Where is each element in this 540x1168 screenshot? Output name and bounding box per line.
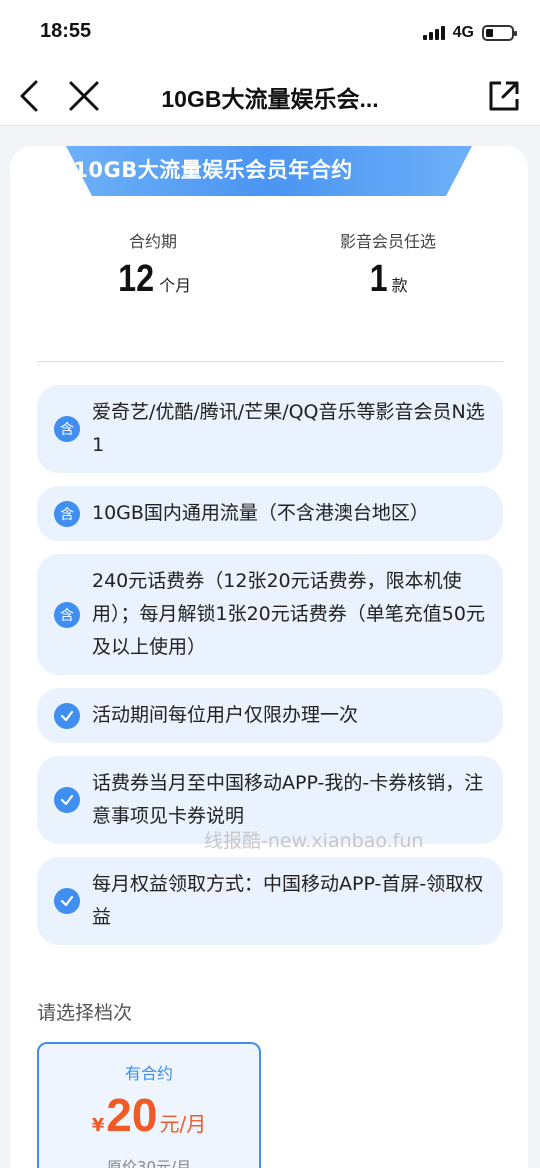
close-icon[interactable] [66, 78, 102, 114]
feature-text: 活动期间每位用户仅限办理一次 [92, 704, 359, 726]
included-icon: 含 [54, 416, 80, 442]
stat-contract-period: 合约期 12 个月 [53, 228, 253, 301]
status-bar: 18:55 4G [0, 0, 540, 66]
signal-icon [422, 26, 445, 40]
check-icon [54, 888, 80, 914]
stat-label: 合约期 [128, 232, 177, 251]
feature-item: 每月权益领取方式：中国移动APP-首屏-领取权益 [37, 857, 503, 945]
tier-currency: ¥ [91, 1115, 105, 1136]
stat-unit: 款 [391, 276, 408, 295]
watermark: 线报酷-new.xianbao.fun [204, 830, 424, 852]
stat-value: 12 [118, 258, 154, 300]
feature-item: 含 240元话费券（12张20元话费券，限本机使用）；每月解锁1张20元话费券（… [37, 554, 503, 675]
tier-price-value: 20 [106, 1089, 158, 1141]
back-icon[interactable] [14, 78, 50, 114]
tier-section-label: 请选择档次 [37, 1002, 133, 1024]
tier-original-price: 原价30元/月 [106, 1158, 192, 1168]
page-title: 10GB大流量娱乐会... [161, 86, 379, 112]
stat-value: 1 [370, 258, 388, 300]
feature-item: 含 10GB国内通用流量（不含港澳台地区） [37, 486, 503, 541]
feature-text: 每月权益领取方式：中国移动APP-首屏-领取权益 [92, 873, 484, 928]
package-banner-title: 10GB大流量娱乐会员年合约 [73, 158, 353, 182]
status-time: 18:55 [40, 20, 92, 42]
check-icon [54, 702, 80, 729]
share-icon[interactable] [486, 78, 522, 114]
feature-text: 爱奇艺/优酷/腾讯/芒果/QQ音乐等影音会员N选1 [92, 401, 485, 456]
included-icon: 含 [54, 601, 80, 628]
tier-price-unit: 元/月 [159, 1112, 207, 1136]
tier-option-contract[interactable]: 有合约 ¥ 20 元/月 原价30元/月 [37, 1042, 261, 1168]
status-indicators: 4G [422, 24, 517, 42]
stat-label: 影音会员任选 [339, 232, 436, 251]
stat-member-choice: 影音会员任选 1 款 [288, 228, 488, 301]
feature-item: 活动期间每位用户仅限办理一次 [37, 688, 503, 743]
included-icon: 含 [54, 500, 80, 527]
nav-bar: 10GB大流量娱乐会... [0, 66, 540, 126]
feature-text: 240元话费券（12张20元话费券，限本机使用）；每月解锁1张20元话费券（单笔… [92, 570, 485, 658]
tier-label: 有合约 [124, 1064, 173, 1083]
network-label: 4G [452, 24, 474, 41]
feature-text: 10GB国内通用流量（不含港澳台地区） [92, 502, 429, 524]
package-card: 10GB大流量娱乐会员年合约 合约期 12 个月 影音会员任选 1 款 含 爱奇… [10, 146, 528, 1168]
feature-text: 话费券当月至中国移动APP-我的-卡券核销，注意事项见卡券说明 [92, 772, 484, 827]
feature-item: 含 爱奇艺/优酷/腾讯/芒果/QQ音乐等影音会员N选1 [37, 385, 503, 473]
stat-unit: 个月 [159, 276, 192, 295]
divider [37, 361, 503, 362]
tier-price: ¥ 20 元/月 [39, 1088, 259, 1142]
check-icon [54, 787, 80, 813]
battery-icon [482, 25, 517, 41]
